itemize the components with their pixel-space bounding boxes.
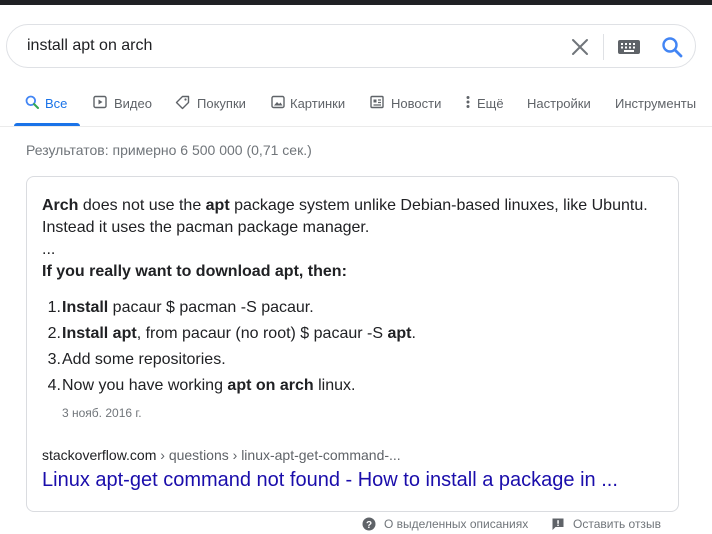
breadcrumb: stackoverflow.com › questions › linux-ap… bbox=[42, 447, 401, 463]
svg-text:?: ? bbox=[366, 520, 372, 531]
list-item: 4. Now you have working apt on arch linu… bbox=[27, 373, 667, 399]
step-bold: apt on arch bbox=[227, 377, 314, 394]
list-item: 2. Install apt, from pacaur (no root) $ … bbox=[27, 321, 667, 347]
step-bold: apt bbox=[387, 325, 412, 342]
search-icon[interactable] bbox=[661, 36, 683, 58]
step-number: 2. bbox=[47, 325, 61, 342]
step-text: Install pacaur $ pacman -S pacaur. bbox=[62, 295, 314, 321]
breadcrumb-path: › questions › linux-apt-get-command-... bbox=[156, 447, 401, 463]
feedback-icon bbox=[551, 517, 565, 534]
step-plain: pacaur $ pacman -S pacaur. bbox=[108, 299, 314, 316]
video-icon bbox=[93, 95, 107, 112]
step-text: Install apt, from pacaur (no root) $ pac… bbox=[62, 321, 416, 347]
featured-snippet: Arch does not use the apt package system… bbox=[26, 176, 679, 512]
keyboard-icon[interactable] bbox=[617, 39, 641, 55]
feedback-link[interactable]: Оставить отзыв bbox=[573, 517, 661, 531]
snippet-bold: apt bbox=[205, 197, 230, 214]
search-icon bbox=[25, 95, 39, 112]
tab-more-label: Ещё bbox=[477, 96, 504, 111]
step-text: Now you have working apt on arch linux. bbox=[62, 373, 355, 399]
tag-icon bbox=[175, 95, 190, 113]
tab-images-label: Картинки bbox=[290, 96, 346, 111]
step-plain: Add some repositories. bbox=[62, 351, 226, 368]
search-tabs: Все Видео Покупки Картинки Новости Ещё Н… bbox=[0, 92, 712, 126]
tab-settings-label: Настройки bbox=[527, 96, 591, 111]
snippet-heading: If you really want to download apt, then… bbox=[42, 263, 347, 280]
step-plain: . bbox=[411, 325, 416, 342]
result-title-link[interactable]: Linux apt-get command not found - How to… bbox=[42, 469, 618, 492]
help-icon: ? bbox=[362, 517, 376, 534]
tab-video-label: Видео bbox=[114, 96, 152, 111]
breadcrumb-site: stackoverflow.com bbox=[42, 447, 157, 463]
more-vert-icon bbox=[465, 95, 471, 112]
snippet-date: 3 нояб. 2016 г. bbox=[62, 406, 142, 420]
tabs-divider bbox=[0, 126, 712, 127]
step-plain: Now you have working bbox=[62, 377, 228, 394]
news-icon bbox=[370, 95, 384, 112]
about-snippets-link[interactable]: О выделенных описаниях bbox=[384, 517, 528, 531]
tab-news-label: Новости bbox=[391, 96, 442, 111]
step-bold: Install apt bbox=[62, 325, 137, 342]
snippet-text: Arch does not use the apt package system… bbox=[42, 195, 662, 239]
result-stats: Результатов: примерно 6 500 000 (0,71 се… bbox=[26, 142, 312, 158]
snippet-ellipsis: ... bbox=[42, 241, 56, 258]
step-plain: linux. bbox=[313, 377, 356, 394]
step-bold: Install bbox=[62, 299, 109, 316]
snippet-text-part: does not use the bbox=[78, 197, 206, 214]
tab-shopping-label: Покупки bbox=[197, 96, 246, 111]
step-number: 1. bbox=[47, 299, 61, 316]
step-number: 4. bbox=[47, 377, 61, 394]
step-number: 3. bbox=[47, 351, 61, 368]
tab-all-label: Все bbox=[45, 96, 68, 111]
search-input[interactable]: install apt on arch bbox=[27, 37, 152, 55]
close-icon[interactable] bbox=[569, 36, 591, 58]
snippet-steps: 1. Install pacaur $ pacman -S pacaur. 2.… bbox=[27, 295, 667, 399]
step-plain: , from pacaur (no root) $ pacaur -S bbox=[136, 325, 388, 342]
search-box[interactable]: install apt on arch bbox=[6, 24, 696, 68]
tab-tools-label: Инструменты bbox=[615, 96, 697, 111]
step-text: Add some repositories. bbox=[62, 347, 226, 373]
list-item: 3. Add some repositories. bbox=[27, 347, 667, 373]
image-icon bbox=[271, 95, 285, 112]
snippet-bold: Arch bbox=[42, 197, 79, 214]
top-bar bbox=[0, 0, 712, 5]
list-item: 1. Install pacaur $ pacman -S pacaur. bbox=[27, 295, 667, 321]
search-divider bbox=[603, 34, 604, 60]
